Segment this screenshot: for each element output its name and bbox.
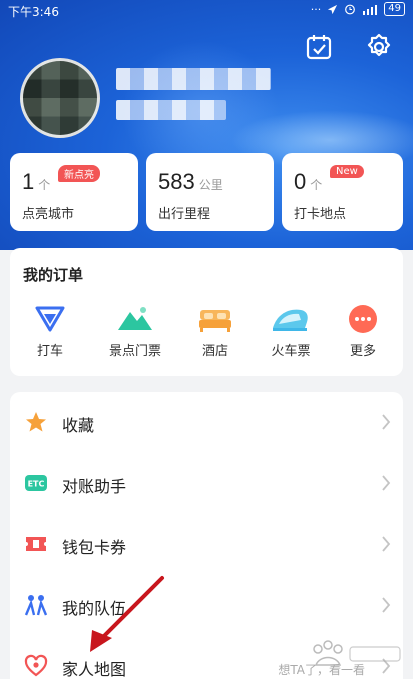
menu-label: 我的队伍 [62, 599, 127, 618]
order-taxi[interactable]: 打车 [15, 304, 85, 359]
menu-item-wallet-coupons[interactable]: 钱包卡券 [10, 514, 403, 575]
menu-label: 对账助手 [62, 477, 127, 496]
stat-value: 1 [22, 169, 35, 194]
check-in-calendar-icon[interactable] [304, 32, 334, 62]
alarm-icon [345, 4, 356, 15]
more-icon [349, 305, 377, 333]
star-icon [26, 412, 46, 432]
menu-item-favorites[interactable]: 收藏 [10, 392, 403, 453]
status-time: 下午3:46 [8, 5, 59, 19]
orders-title: 我的订单 [23, 266, 84, 284]
stat-unit: 公里 [198, 178, 223, 192]
order-label: 酒店 [201, 344, 228, 359]
train-icon [273, 309, 308, 331]
baidu-watermark-icon [313, 640, 401, 666]
new-lit-badge: 新点亮 [58, 165, 100, 182]
username-blurred [116, 68, 271, 90]
chevron-right-icon [382, 475, 391, 491]
chevron-right-icon [382, 536, 391, 552]
chevron-right-icon [382, 597, 391, 613]
order-label: 景点门票 [108, 344, 161, 359]
stat-card-cities[interactable]: 1个 新点亮 点亮城市 [10, 153, 138, 231]
stat-unit: 个 [310, 178, 323, 192]
order-label: 打车 [36, 344, 63, 359]
stat-unit: 个 [38, 178, 51, 192]
settings-gear-icon[interactable] [364, 32, 394, 62]
location-icon [328, 4, 338, 14]
order-more[interactable]: 更多 [328, 304, 398, 359]
bed-icon [199, 310, 231, 332]
chevron-right-icon [382, 414, 391, 430]
stat-label: 出行里程 [158, 207, 211, 222]
stat-value: 0 [294, 169, 307, 194]
cell-signal-icon [363, 4, 378, 15]
order-label: 更多 [349, 344, 376, 359]
order-train-tickets[interactable]: 火车票 [256, 304, 326, 359]
stat-card-checkins[interactable]: 0个 New 打卡地点 [282, 153, 403, 231]
menu-label: 家人地图 [62, 660, 127, 679]
signal-dots-icon: ··· [310, 2, 322, 16]
user-level-blurred [116, 100, 226, 120]
menu-item-reconciliation[interactable]: ETC 对账助手 [10, 453, 403, 514]
stat-label: 点亮城市 [22, 207, 75, 222]
battery-level: 49 [384, 2, 405, 16]
ticket-icon [26, 537, 46, 551]
order-label: 火车票 [271, 344, 311, 359]
stat-label: 打卡地点 [294, 207, 347, 222]
menu-item-my-team[interactable]: 我的队伍 [10, 575, 403, 636]
my-orders-card: 我的订单 打车 景点门票 酒店 火车票 更多 [10, 248, 403, 376]
avatar[interactable] [20, 58, 100, 138]
etc-icon-text: ETC [28, 480, 45, 489]
new-badge: New [330, 165, 364, 178]
team-icon [24, 595, 48, 616]
stat-value: 583 [158, 169, 195, 194]
stat-card-mileage[interactable]: 583 公里 出行里程 [146, 153, 274, 231]
order-scenic-tickets[interactable]: 景点门票 [100, 304, 170, 359]
menu-label: 钱包卡券 [62, 538, 127, 557]
order-hotel[interactable]: 酒店 [180, 304, 250, 359]
status-bar: 下午3:46 ··· 49 [0, 0, 413, 20]
mountain-icon [118, 307, 152, 330]
taxi-icon [35, 306, 65, 332]
menu-label: 收藏 [62, 416, 95, 435]
etc-icon: ETC [25, 475, 47, 491]
family-heart-icon [24, 654, 48, 677]
